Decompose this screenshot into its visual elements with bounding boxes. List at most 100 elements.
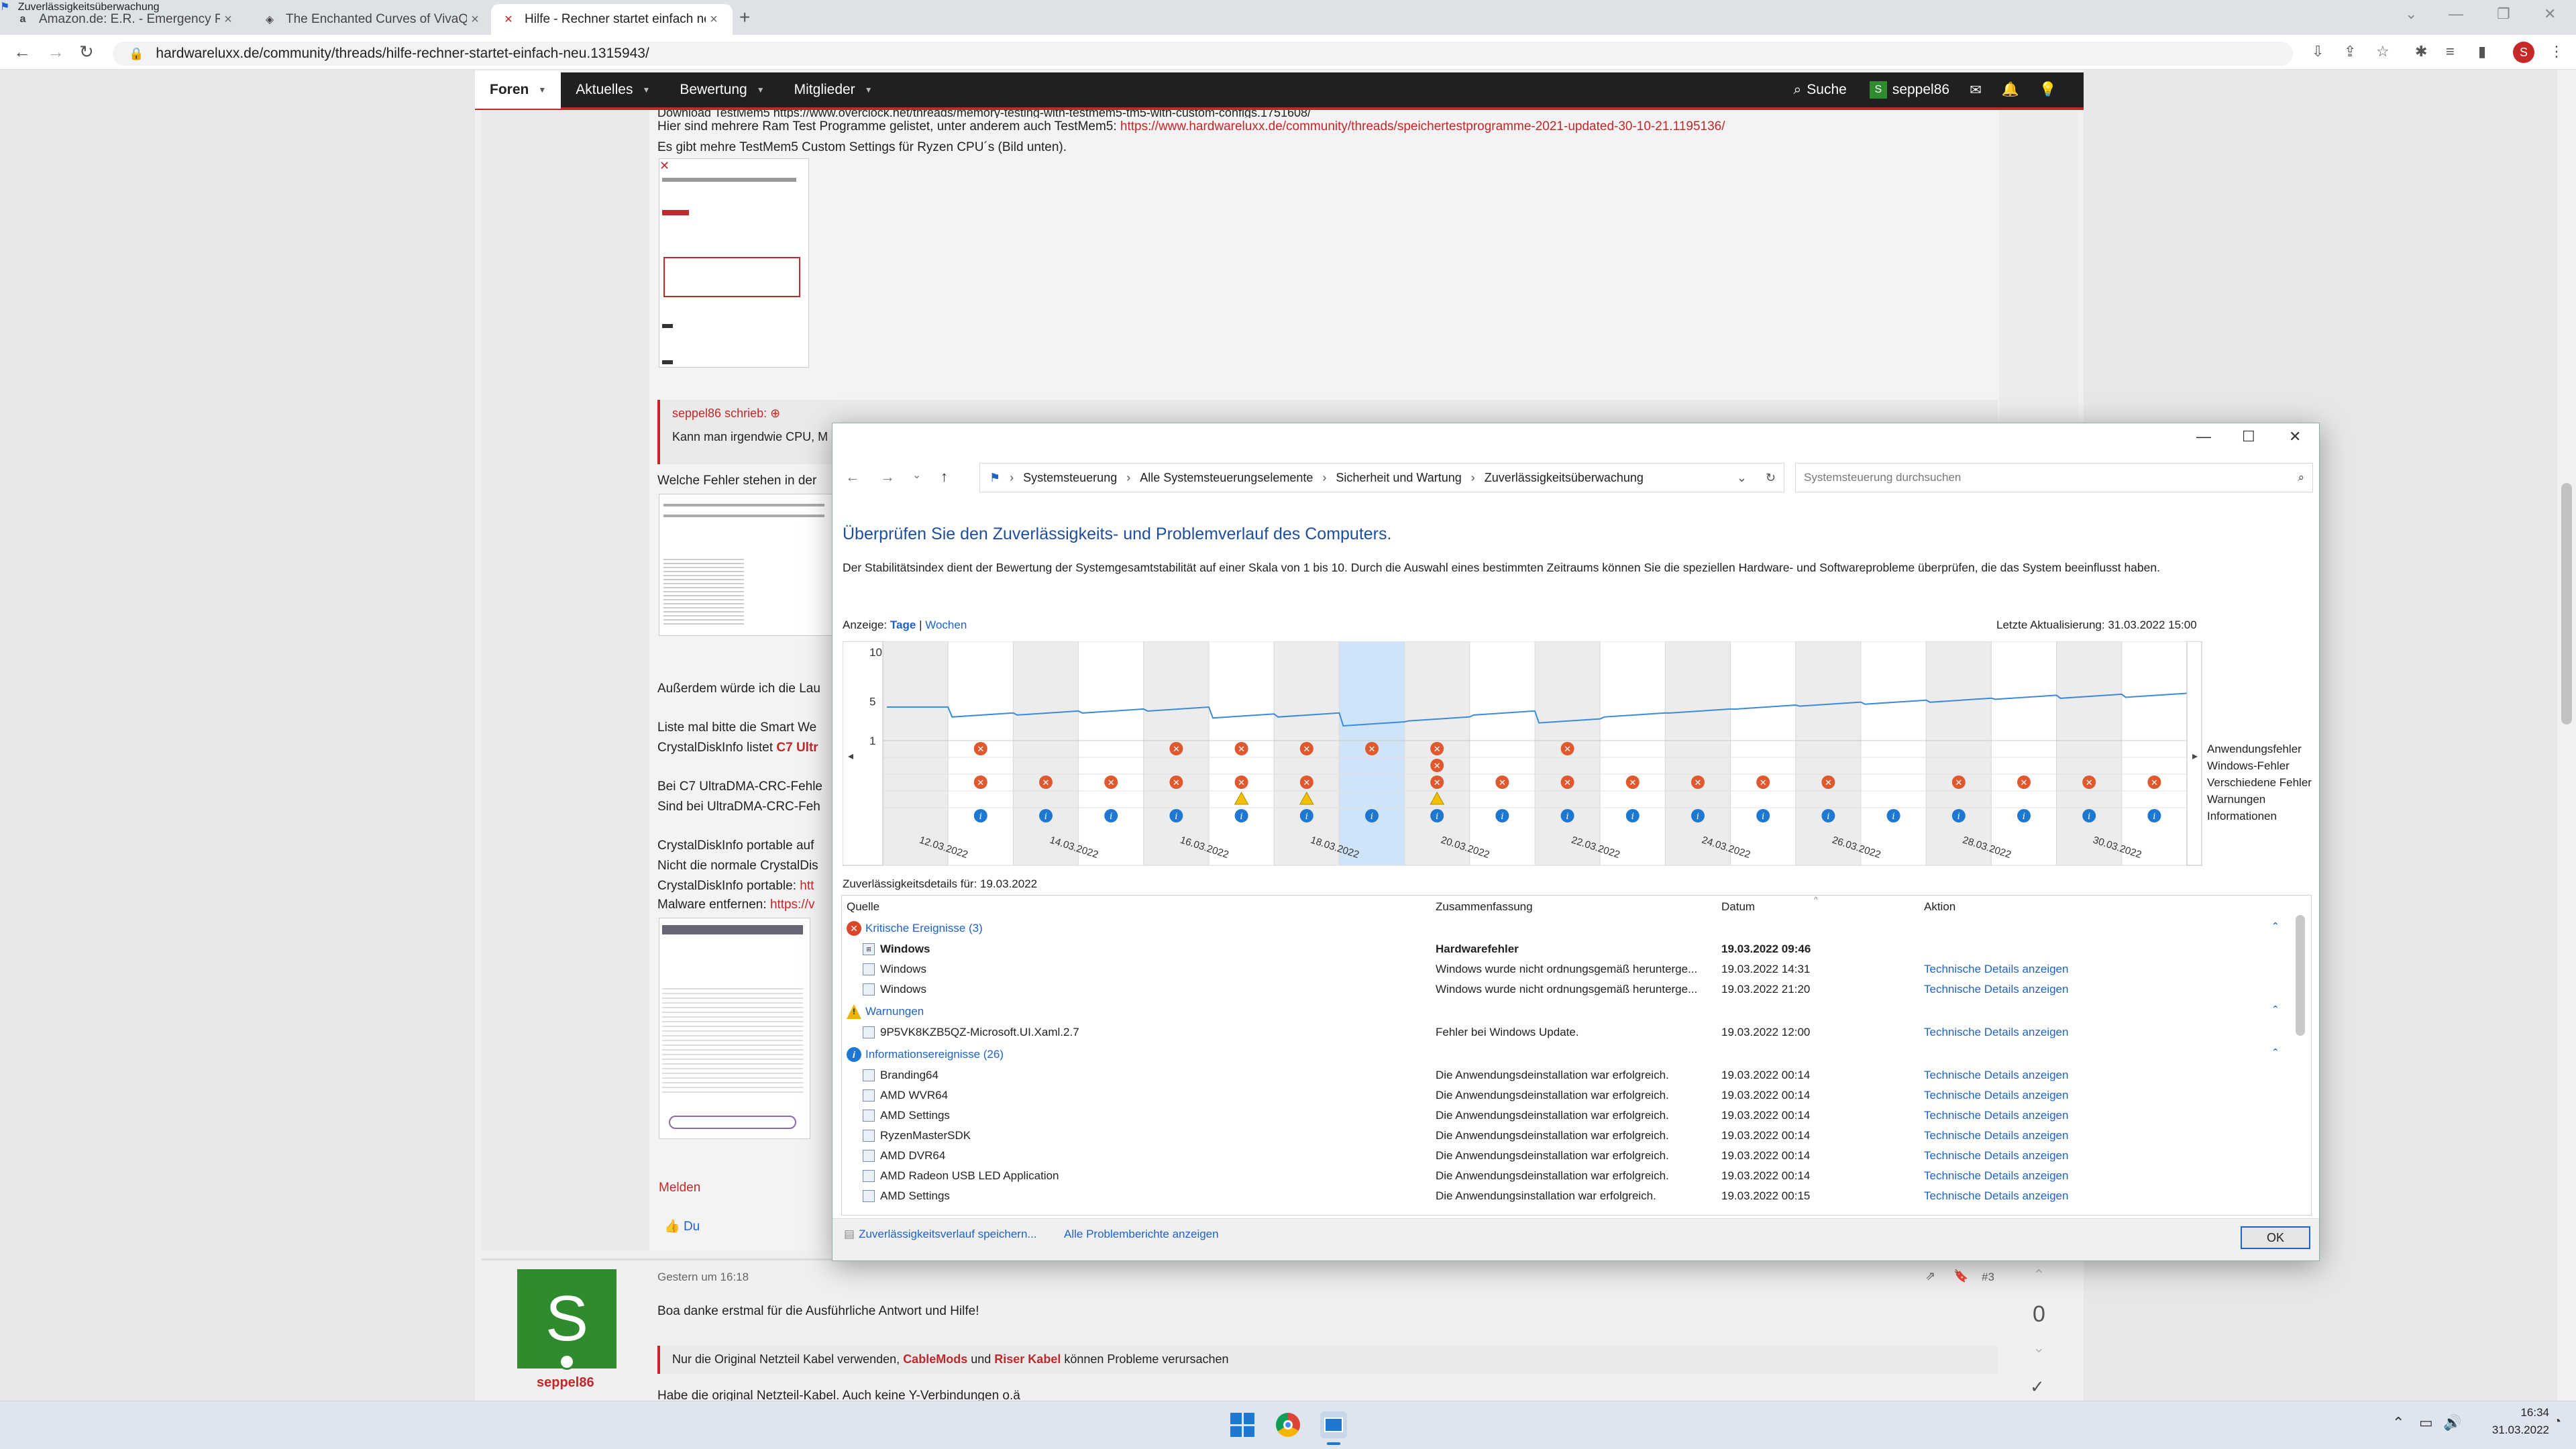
group-critical[interactable]: ✕ Kritische Ereignisse (3) <box>847 919 983 938</box>
breadcrumb-item[interactable]: Zuverlässigkeitsüberwachung <box>1485 471 1644 485</box>
details-link[interactable]: Technische Details anzeigen <box>1924 983 2068 996</box>
day-column[interactable] <box>1012 641 1079 866</box>
nav-mitglieder[interactable]: Mitglieder ▼ <box>780 71 888 109</box>
clock-time[interactable]: 16:34 <box>2502 1406 2549 1419</box>
share-icon[interactable]: ⇗ <box>1925 1269 1935 1283</box>
collapse-icon[interactable]: ⌃ <box>2271 1046 2279 1058</box>
day-column[interactable] <box>1860 641 1927 866</box>
bulb-icon[interactable]: 💡 <box>2039 82 2057 98</box>
scrollbar-thumb[interactable] <box>2561 483 2572 724</box>
minimize-icon[interactable]: — <box>2196 428 2211 445</box>
day-column[interactable] <box>1664 641 1731 866</box>
scroll-left-icon[interactable]: ◂ <box>848 749 853 762</box>
quote-author[interactable]: seppel86 schrieb: ⊕ <box>672 407 1986 421</box>
day-column[interactable] <box>1925 641 1992 866</box>
chrome-icon[interactable] <box>1276 1413 1300 1437</box>
problem-reports-link[interactable]: Alle Problemberichte anzeigen <box>1064 1228 1219 1241</box>
back-icon[interactable]: ← <box>845 468 860 486</box>
save-history-link[interactable]: ▤ Zuverlässigkeitsverlauf speichern... <box>844 1228 1037 1241</box>
profile-avatar[interactable]: S <box>2513 42 2534 63</box>
close-icon[interactable]: × <box>220 12 236 28</box>
volume-icon[interactable]: 🔊 <box>2443 1414 2461 1432</box>
ok-button[interactable]: OK <box>2241 1226 2310 1249</box>
sidepanel-icon[interactable]: ▮ <box>2478 43 2486 60</box>
post-time[interactable]: Gestern um 16:18 <box>657 1271 749 1284</box>
scroll-right-icon[interactable]: ▸ <box>2192 749 2198 762</box>
group-warnings[interactable]: ! Warnungen <box>847 1002 924 1021</box>
day-column[interactable] <box>2121 641 2188 866</box>
network-icon[interactable]: ▭ <box>2419 1414 2433 1432</box>
up-icon[interactable]: ↑ <box>941 468 948 486</box>
maximize-icon[interactable]: ☐ <box>2242 428 2255 445</box>
new-tab-icon[interactable]: + <box>739 7 750 28</box>
install-icon[interactable]: ⇩ <box>2312 43 2324 60</box>
chevron-up-icon[interactable]: ⌃ <box>2392 1414 2404 1432</box>
nav-foren[interactable]: Foren ▼ <box>475 71 561 109</box>
table-row[interactable]: 9P5VK8KZB5QZ-Microsoft.UI.Xaml.2.7 Fehler… <box>843 1022 2285 1042</box>
details-link[interactable]: Technische Details anzeigen <box>1924 1189 2068 1203</box>
refresh-icon[interactable]: ↻ <box>1766 471 1776 485</box>
clock-date[interactable]: 31.03.2022 <box>2478 1424 2549 1437</box>
control-panel-search-input[interactable]: Systemsteuerung durchsuchen ⌕ <box>1795 463 2313 492</box>
star-icon[interactable]: ☆ <box>2376 43 2390 60</box>
table-row[interactable]: AMD Radeon USB LED Application Die Anwend… <box>843 1166 2285 1186</box>
details-link[interactable]: Technische Details anzeigen <box>1924 1026 2068 1039</box>
nav-aktuelles[interactable]: Aktuelles ▼ <box>561 71 665 109</box>
forward-icon[interactable]: → <box>880 468 895 486</box>
forum-search-button[interactable]: ⌕ Suche <box>1794 82 1847 98</box>
table-row[interactable]: ⊞ Windows Hardwarefehler 19.03.2022 09:46 <box>843 939 2285 959</box>
close-window-icon[interactable]: ✕ <box>2544 5 2556 23</box>
reliability-taskbar-icon[interactable] <box>1320 1411 1347 1438</box>
reload-icon[interactable]: ↻ <box>79 42 94 62</box>
view-days-link[interactable]: Tage <box>890 619 916 631</box>
column-header-date[interactable]: Datum <box>1721 900 1755 914</box>
day-column[interactable] <box>1730 641 1796 866</box>
restore-icon[interactable]: ❐ <box>2497 5 2510 23</box>
chevron-down-icon[interactable]: ⌄ <box>2405 5 2417 23</box>
post-link[interactable]: htt <box>800 879 814 893</box>
details-link[interactable]: Technische Details anzeigen <box>1924 1149 2068 1163</box>
details-link[interactable]: Technische Details anzeigen <box>1924 1169 2068 1183</box>
media-icon[interactable]: ≡ <box>2446 43 2455 60</box>
sig-link[interactable]: Riser Kabel <box>994 1352 1061 1366</box>
user-menu[interactable]: Sseppel86 <box>1869 81 1949 99</box>
inbox-icon[interactable]: ✉ <box>1970 82 1982 99</box>
post-username[interactable]: seppel86 <box>537 1375 594 1391</box>
table-row[interactable]: AMD Settings Die Anwendungsinstallation w… <box>843 1186 2285 1206</box>
details-link[interactable]: Technische Details anzeigen <box>1924 1069 2068 1082</box>
day-column[interactable] <box>1599 641 1666 866</box>
browser-tab-vivaq[interactable]: ◈ The Enchanted Curves of VivaQ × <box>252 4 494 35</box>
day-column[interactable] <box>1990 641 2057 866</box>
post-image-thumbnail[interactable] <box>659 918 810 1139</box>
address-bar[interactable]: ⚑ › Systemsteuerung › Alle Systemsteuerung… <box>979 463 1784 492</box>
like-summary[interactable]: 👍 Du <box>664 1218 700 1234</box>
table-row[interactable]: AMD Settings Die Anwendungsdeinstallation… <box>843 1106 2285 1126</box>
table-row[interactable]: AMD WVR64 Die Anwendungsdeinstallation wa… <box>843 1085 2285 1106</box>
table-row[interactable]: Windows Windows wurde nicht ordnungsgemäß… <box>843 979 2285 1000</box>
collapse-icon[interactable]: ⌃ <box>2271 920 2279 932</box>
chevron-down-icon[interactable]: ⌄ <box>912 468 921 482</box>
address-bar[interactable]: 🔒 hardwareluxx.de/community/threads/hilf… <box>113 42 2293 66</box>
table-row[interactable]: Windows Windows wurde nicht ordnungsgemäß… <box>843 959 2285 979</box>
day-column[interactable] <box>1469 641 1536 866</box>
close-window-icon[interactable]: ✕ <box>2289 428 2301 445</box>
day-column[interactable] <box>1795 641 1862 866</box>
details-link[interactable]: Technische Details anzeigen <box>1924 1089 2068 1102</box>
share-icon[interactable]: ⇪ <box>2344 43 2356 60</box>
table-row[interactable]: RyzenMasterSDK Die Anwendungsdeinstallati… <box>843 1126 2285 1146</box>
report-link[interactable]: Melden <box>659 1181 700 1195</box>
day-column[interactable] <box>882 641 949 866</box>
breadcrumb-item[interactable]: Systemsteuerung <box>1023 471 1117 485</box>
table-scrollbar-thumb[interactable] <box>2296 915 2305 1036</box>
table-row[interactable]: AMD DVR64 Die Anwendungsdeinstallation wa… <box>843 1146 2285 1166</box>
caret-icon[interactable]: ▼ <box>538 85 546 95</box>
post-image-thumbnail[interactable]: ✕ <box>659 158 809 368</box>
close-icon[interactable]: × <box>467 12 483 28</box>
group-info[interactable]: i Informationsereignisse (26) <box>847 1045 1004 1064</box>
details-link[interactable]: Technische Details anzeigen <box>1924 963 2068 976</box>
browser-tab-hardwareluxx[interactable]: ✕ Hilfe - Rechner startet einfach ne × <box>491 4 733 35</box>
windows-start-icon[interactable] <box>1230 1413 1254 1437</box>
view-weeks-link[interactable]: Wochen <box>925 619 967 631</box>
notification-icon[interactable]: ◔ <box>2553 1414 2561 1430</box>
day-column[interactable] <box>2056 641 2123 866</box>
